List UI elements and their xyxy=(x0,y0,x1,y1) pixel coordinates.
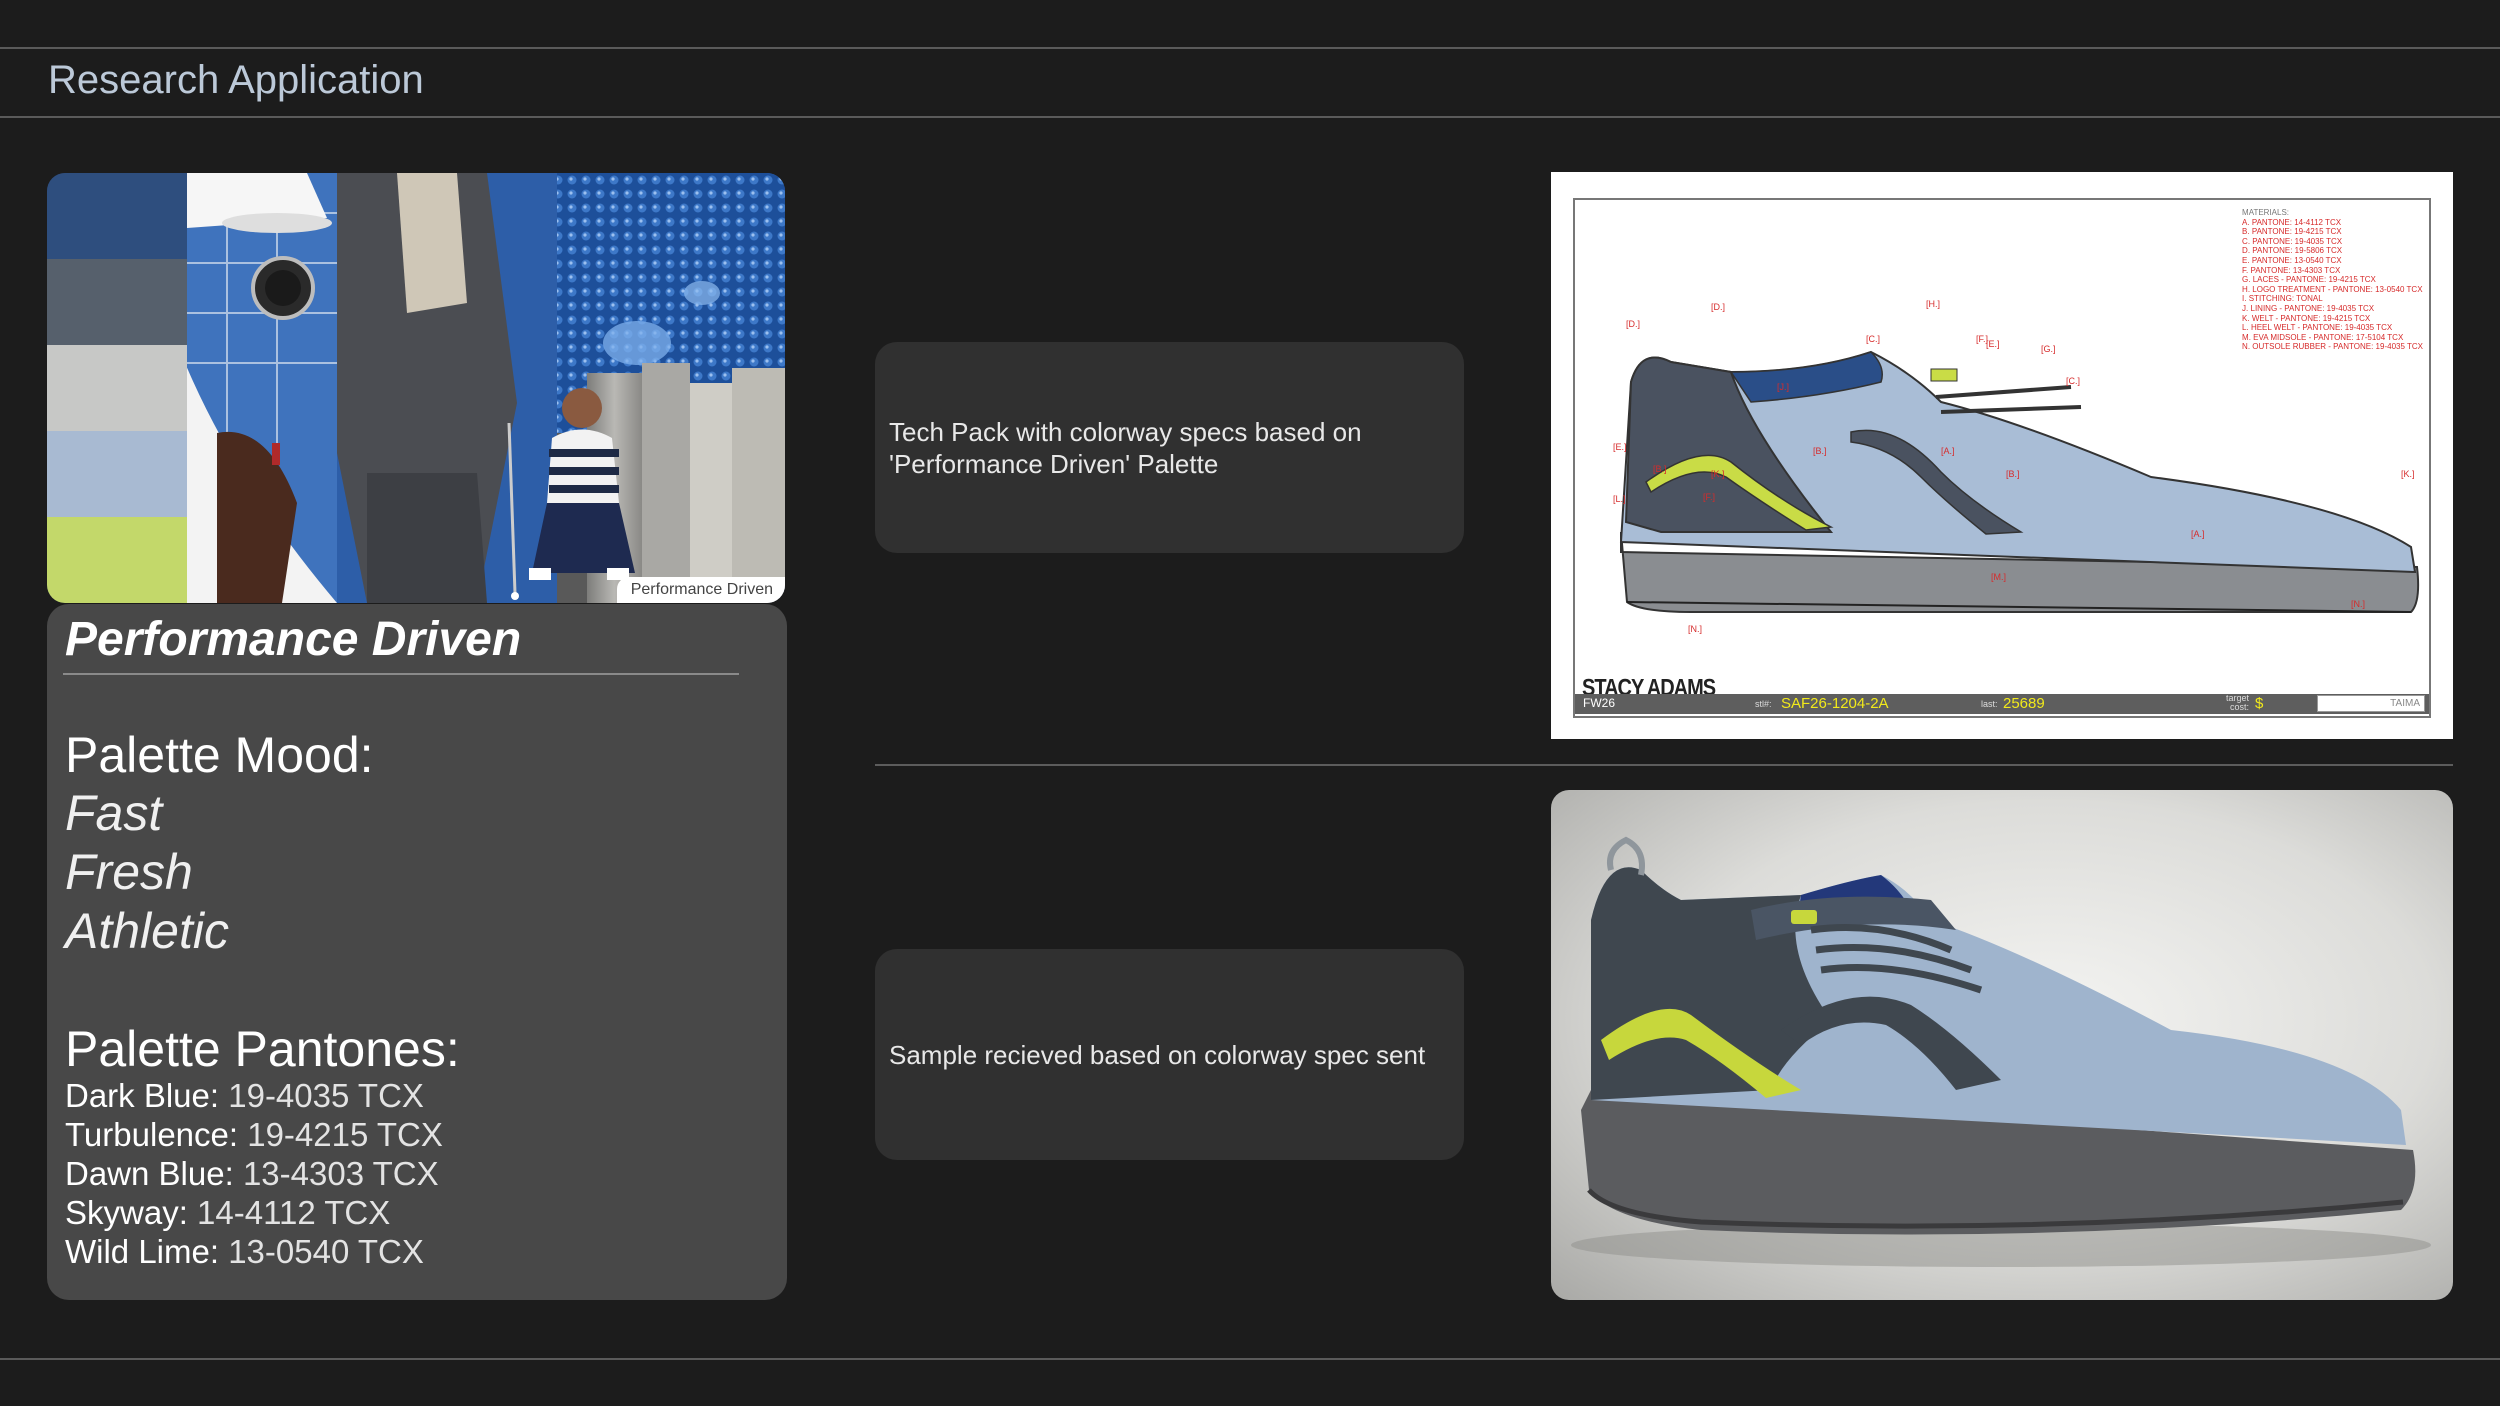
tp-callout: [K.] xyxy=(1711,469,1725,479)
sample-description-card: Sample recieved based on colorway spec s… xyxy=(875,949,1464,1160)
moodboard-image: Performance Driven xyxy=(47,173,785,603)
techpack-shoe-drawing: [D.] [H.] [F.] [C.] [E.] [G.] [D.] [J.] … xyxy=(1613,299,2420,634)
tp-callout: [E.] xyxy=(1986,339,2000,349)
pantone-row: Dawn Blue: 13-4303 TCX xyxy=(65,1154,443,1193)
tp-callout: [K.] xyxy=(2401,469,2415,479)
pantone-code: 13-0540 TCX xyxy=(228,1233,424,1270)
techpack-description: Tech Pack with colorway specs based on '… xyxy=(889,416,1362,479)
header-rule xyxy=(0,116,2500,118)
bottom-rule xyxy=(0,1358,2500,1360)
pantone-row: Turbulence: 19-4215 TCX xyxy=(65,1115,443,1154)
palette-name: Performance Driven xyxy=(65,613,522,666)
tp-callout: [N.] xyxy=(2351,599,2365,609)
pantone-code: 13-4303 TCX xyxy=(242,1155,439,1192)
palette-divider xyxy=(63,673,739,675)
pantone-name: Wild Lime: xyxy=(65,1233,220,1270)
tp-callout: [E.] xyxy=(1613,442,1627,452)
last-label: last: xyxy=(1981,699,1998,709)
tp-callout: [G.] xyxy=(2041,344,2056,354)
pantone-row: Wild Lime: 13-0540 TCX xyxy=(65,1232,443,1271)
swatch-wild-lime xyxy=(47,517,187,603)
sample-shoe-photo xyxy=(1551,790,2453,1300)
mood-word: Fresh xyxy=(65,844,193,900)
pantone-row: Dark Blue: 19-4035 TCX xyxy=(65,1076,443,1115)
season: FW26 xyxy=(1583,696,1616,710)
pantone-row: Skyway: 14-4112 TCX xyxy=(65,1193,443,1232)
target-cost-value: $ xyxy=(2255,695,2264,712)
swatch-dawn-blue xyxy=(47,345,187,431)
mood-word: Fast xyxy=(65,785,163,841)
sample-shoe-illustration xyxy=(1571,836,2431,1267)
tp-callout: [M.] xyxy=(1991,572,2006,582)
pantone-code: 19-4035 TCX xyxy=(228,1077,424,1114)
tp-callout: [C.] xyxy=(2066,376,2080,386)
top-rule xyxy=(0,47,2500,49)
swatch-dark-blue xyxy=(47,173,187,259)
pantone-name: Dark Blue: xyxy=(65,1077,220,1114)
pantone-code: 19-4215 TCX xyxy=(247,1116,443,1153)
tp-callout: [J.] xyxy=(1777,382,1789,392)
tp-callout: [N.] xyxy=(1688,624,1702,634)
tp-callout: [B.] xyxy=(1813,446,1827,456)
pantone-name: Dawn Blue: xyxy=(65,1155,234,1192)
style-label: stl#: xyxy=(1755,699,1772,709)
pantone-name: Turbulence: xyxy=(65,1116,239,1153)
last-number: 25689 xyxy=(2003,695,2045,712)
techpack-description-card: Tech Pack with colorway specs based on '… xyxy=(875,342,1464,553)
pantone-list: Dark Blue: 19-4035 TCX Turbulence: 19-42… xyxy=(65,1076,443,1271)
section-divider xyxy=(875,764,2453,766)
target-cost-label: target cost: xyxy=(2225,693,2249,712)
tp-callout: [H.] xyxy=(1926,299,1940,309)
moodboard-caption: Performance Driven xyxy=(616,577,785,603)
tp-callout: [L.] xyxy=(1613,494,1626,504)
tp-callout: [C.] xyxy=(1866,334,1880,344)
mood-word: Athletic xyxy=(65,903,229,959)
tp-callout: [B.] xyxy=(1653,464,1667,474)
tp-callout: [A.] xyxy=(2191,529,2205,539)
page-title: Research Application xyxy=(48,58,424,102)
pantone-code: 14-4112 TCX xyxy=(197,1194,391,1231)
tp-callout: [B.] xyxy=(2006,469,2020,479)
pantone-name: Skyway: xyxy=(65,1194,188,1231)
palette-mood-list: Fast Fresh Athletic xyxy=(65,784,229,961)
tp-callout: [A.] xyxy=(1941,446,1955,456)
techpack-image: MATERIALS: A. PANTONE: 14-4112 TCX B. PA… xyxy=(1551,172,2453,739)
tp-callout: [F.] xyxy=(1703,492,1715,502)
tp-callout: [D.] xyxy=(1711,302,1725,312)
factory-name: TAIMA xyxy=(2390,698,2420,709)
color-swatches xyxy=(47,173,187,603)
sample-description: Sample recieved based on colorway spec s… xyxy=(889,1039,1426,1070)
palette-mood-heading: Palette Mood: xyxy=(65,727,374,783)
swatch-turbulence xyxy=(47,259,187,345)
mood-photo-collage xyxy=(187,173,785,603)
palette-pantones-heading: Palette Pantones: xyxy=(65,1021,460,1077)
palette-card: Performance Driven Palette Mood: Fast Fr… xyxy=(47,604,787,1300)
tp-callout: [D.] xyxy=(1626,319,1640,329)
style-number: SAF26-1204-2A xyxy=(1781,695,1889,712)
techpack-footer: FW26 stl#: SAF26-1204-2A last: 25689 tar… xyxy=(1575,694,2429,714)
swatch-skyway xyxy=(47,431,187,517)
factory-box: TAIMA xyxy=(2317,695,2425,712)
